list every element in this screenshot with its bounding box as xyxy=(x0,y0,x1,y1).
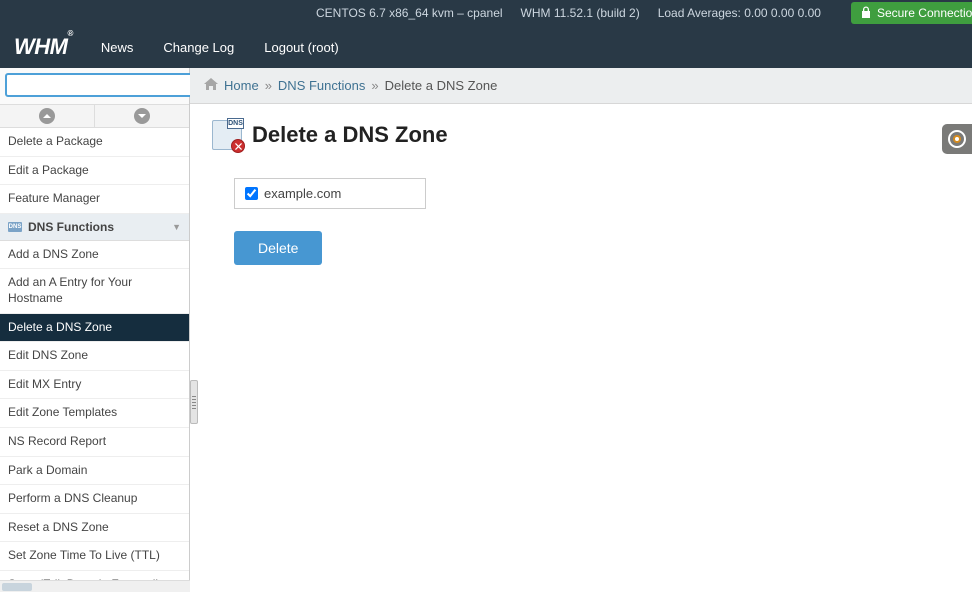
sidebar-list[interactable]: Delete a PackageEdit a PackageFeature Ma… xyxy=(0,128,189,592)
sidebar-item[interactable]: Perform a DNS Cleanup xyxy=(0,485,189,514)
top-status-bar: CENTOS 6.7 x86_64 kvm – cpanel WHM 11.52… xyxy=(0,0,972,26)
secure-connection-label: Secure Connection xyxy=(877,6,972,20)
nav-logout[interactable]: Logout (root) xyxy=(264,40,338,55)
search-input[interactable] xyxy=(5,73,198,97)
page-header: DNS Delete a DNS Zone xyxy=(212,120,950,150)
sidebar-resize-handle[interactable] xyxy=(190,380,198,424)
delete-zone-form: example.com Delete xyxy=(234,178,950,265)
sidebar-item[interactable]: Reset a DNS Zone xyxy=(0,514,189,543)
sidebar-item[interactable]: Edit MX Entry xyxy=(0,371,189,400)
chevron-down-icon xyxy=(134,108,150,124)
domain-label: example.com xyxy=(264,186,341,201)
content: Home » DNS Functions » Delete a DNS Zone… xyxy=(190,68,972,592)
whm-version: WHM 11.52.1 (build 2) xyxy=(521,6,640,20)
main-navbar: WHM® News Change Log Logout (root) xyxy=(0,26,972,68)
breadcrumb-home[interactable]: Home xyxy=(224,78,259,93)
sidebar-collapse-arrows xyxy=(0,105,189,128)
sidebar-item[interactable]: Park a Domain xyxy=(0,457,189,486)
dns-section-icon: DNS xyxy=(8,222,22,232)
lock-icon xyxy=(861,6,871,21)
sidebar-item[interactable]: Edit DNS Zone xyxy=(0,342,189,371)
nav-change-log[interactable]: Change Log xyxy=(163,40,234,55)
content-inner: DNS Delete a DNS Zone example.com Delete xyxy=(190,104,972,592)
delete-button[interactable]: Delete xyxy=(234,231,322,265)
os-info: CENTOS 6.7 x86_64 kvm – cpanel xyxy=(316,6,503,20)
breadcrumb-sep: » xyxy=(265,78,272,93)
sidebar-horizontal-scrollbar[interactable] xyxy=(0,580,190,592)
nav-news[interactable]: News xyxy=(101,40,134,55)
lifebuoy-icon xyxy=(948,130,966,148)
sidebar-item[interactable]: Add an A Entry for Your Hostname xyxy=(0,269,189,313)
breadcrumb-sep: » xyxy=(371,78,378,93)
collapse-all-button[interactable] xyxy=(0,105,95,127)
sidebar-item[interactable]: Feature Manager xyxy=(0,185,189,214)
help-widget[interactable] xyxy=(942,124,972,154)
chevron-down-icon: ▼ xyxy=(172,222,181,232)
sidebar-item[interactable]: Add a DNS Zone xyxy=(0,241,189,270)
sidebar-item[interactable]: Delete a DNS Zone xyxy=(0,314,189,343)
breadcrumb: Home » DNS Functions » Delete a DNS Zone xyxy=(190,68,972,104)
sidebar-item[interactable]: Set Zone Time To Live (TTL) xyxy=(0,542,189,571)
breadcrumb-section[interactable]: DNS Functions xyxy=(278,78,365,93)
secure-connection-badge[interactable]: Secure Connection xyxy=(851,2,972,24)
close-icon xyxy=(231,139,245,153)
sidebar-section-dns[interactable]: DNS DNS Functions ▼ xyxy=(0,214,189,241)
sidebar-search-row xyxy=(0,68,189,105)
expand-all-button[interactable] xyxy=(95,105,189,127)
breadcrumb-current: Delete a DNS Zone xyxy=(385,78,498,93)
app-body: Delete a PackageEdit a PackageFeature Ma… xyxy=(0,68,972,592)
sidebar: Delete a PackageEdit a PackageFeature Ma… xyxy=(0,68,190,592)
dns-delete-icon: DNS xyxy=(212,120,242,150)
sidebar-item[interactable]: Edit Zone Templates xyxy=(0,399,189,428)
page-title: Delete a DNS Zone xyxy=(252,122,448,148)
sidebar-item[interactable]: Edit a Package xyxy=(0,157,189,186)
load-averages: Load Averages: 0.00 0.00 0.00 xyxy=(658,6,821,20)
sidebar-item[interactable]: NS Record Report xyxy=(0,428,189,457)
domain-checkbox[interactable] xyxy=(245,187,258,200)
chevron-up-icon xyxy=(39,108,55,124)
sidebar-item[interactable]: Delete a Package xyxy=(0,128,189,157)
domain-row[interactable]: example.com xyxy=(234,178,426,209)
home-icon xyxy=(204,78,218,93)
section-label: DNS Functions xyxy=(28,220,114,234)
whm-logo[interactable]: WHM® xyxy=(14,34,73,60)
